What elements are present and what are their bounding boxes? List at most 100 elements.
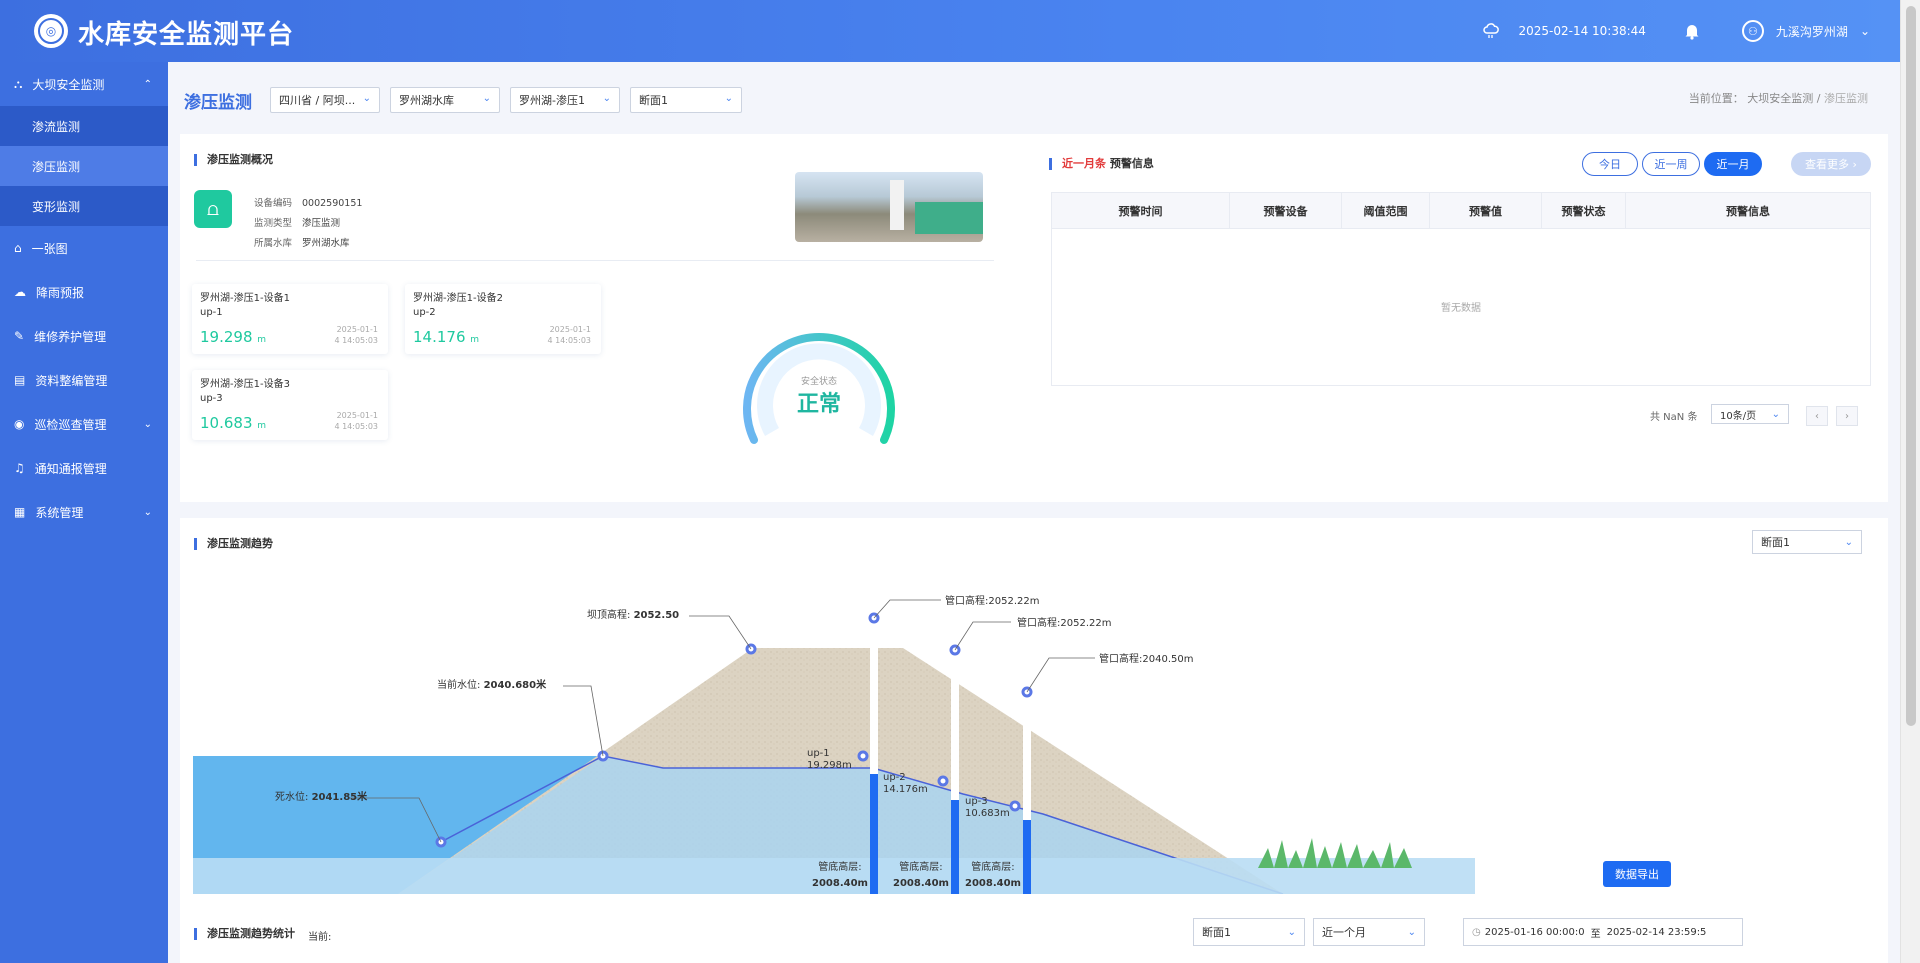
pipe-bottom-elevation: 管底高层: 2008.40m: [893, 862, 949, 889]
target-icon: ◉: [14, 417, 25, 431]
safety-status: 正常: [796, 392, 841, 417]
column-header: 预警状态: [1541, 192, 1626, 229]
stats-panel: 渗压监测趋势统计 当前: 断面1 ⌄ 近一个月 ⌄ ◷ 2025-01-16 00:…: [180, 908, 1888, 963]
sidebar-item-seepage-pressure[interactable]: 渗压监测: [0, 146, 168, 186]
trend-title: 渗压监测趋势: [194, 538, 273, 550]
sidebar-item-maintenance[interactable]: ✎ 维修养护管理: [0, 314, 168, 358]
column-header: 预警时间: [1051, 192, 1230, 229]
end-date[interactable]: 2025-02-14 23:59:5: [1607, 927, 1707, 938]
pipe-top-elevation: 管口高程:2052.22m: [945, 596, 1040, 607]
column-header: 预警设备: [1229, 192, 1342, 229]
sidebar-item-notice[interactable]: ♫ 通知通报管理: [0, 446, 168, 490]
column-header: 预警值: [1429, 192, 1542, 229]
pipe-top-elevation: 管口高程:2040.50m: [1099, 654, 1194, 665]
trend-section-select[interactable]: 断面1 ⌄: [1752, 530, 1862, 554]
breadcrumb-item[interactable]: 大坝安全监测: [1747, 92, 1813, 105]
total-count: 共 NaN 条: [1650, 412, 1698, 423]
cloud-icon: ☁: [14, 285, 26, 299]
probe-label: up-1 19.298m: [807, 748, 852, 771]
chevron-down-icon: ⌄: [1844, 536, 1853, 548]
warning-title: 近一月条 预警信息: [1049, 158, 1154, 170]
chevron-down-icon[interactable]: ⌄: [1860, 24, 1870, 38]
view-more-button[interactable]: 查看更多 ›: [1791, 152, 1871, 176]
filter-week-button[interactable]: 近一周: [1642, 152, 1700, 176]
sidebar-item-map[interactable]: ⌂ 一张图: [0, 226, 168, 270]
pipe-top-elevation: 管口高程:2052.22m: [1017, 618, 1112, 629]
device-card[interactable]: 罗州湖-渗压1-设备2 up-2 14.176 m 2025-01-1 4 14:…: [405, 284, 601, 354]
main-content: 渗压监测 四川省 / 阿坝... ⌄ 罗州湖水库 ⌄ 罗州湖-渗压1 ⌄ 断面1 ⌄ 当…: [168, 62, 1900, 963]
stats-title: 渗压监测趋势统计: [194, 928, 295, 940]
weather-icon[interactable]: [1482, 22, 1500, 40]
date-range-picker[interactable]: ◷ 2025-01-16 00:00:0 至 2025-02-14 23:59:…: [1463, 918, 1743, 946]
sidebar-item-data-compile[interactable]: ▤ 资料整编管理: [0, 358, 168, 402]
chevron-down-icon: ⌄: [1771, 408, 1780, 420]
sidebar-item-inspection[interactable]: ◉ 巡检巡查管理 ⌄: [0, 402, 168, 446]
dead-water-level: 死水位: 2041.85米: [275, 792, 368, 803]
app-title: 水库安全监测平台: [78, 20, 295, 50]
app-header: ◎ 水库安全监测平台 2025-02-14 10:38:44 ⚇ 九溪沟罗州湖 …: [0, 0, 1900, 62]
breadcrumb-current: 渗压监测: [1824, 92, 1868, 105]
pipe-bottom-elevation: 管底高层: 2008.40m: [965, 862, 1021, 889]
reservoir-select[interactable]: 罗州湖水库 ⌄: [390, 87, 500, 113]
next-page-button[interactable]: ›: [1836, 406, 1858, 426]
sidebar-item-rain-forecast[interactable]: ☁ 降雨预报: [0, 270, 168, 314]
user-name[interactable]: 九溪沟罗州湖: [1776, 23, 1848, 40]
sidebar-item-deformation[interactable]: 变形监测: [0, 186, 168, 226]
device-group-select[interactable]: 罗州湖-渗压1 ⌄: [510, 87, 620, 113]
probe-label: up-2 14.176m: [883, 772, 928, 795]
logo-icon: ◎: [34, 14, 68, 48]
stats-period-select[interactable]: 近一个月 ⌄: [1313, 918, 1425, 946]
chevron-down-icon: ⌄: [602, 93, 611, 104]
current-datetime: 2025-02-14 10:38:44: [1518, 24, 1646, 38]
filter-today-button[interactable]: 今日: [1582, 152, 1638, 176]
sidebar-item-system[interactable]: ▦ 系统管理 ⌄: [0, 490, 168, 534]
clock-icon: ◷: [1472, 926, 1481, 938]
site-photo[interactable]: [795, 172, 983, 242]
scrollbar[interactable]: [1900, 0, 1920, 963]
sidebar-item-dam-safety[interactable]: ⛬ 大坝安全监测 ⌃: [0, 62, 168, 106]
stats-section-select[interactable]: 断面1 ⌄: [1193, 918, 1305, 946]
filter-month-button[interactable]: 近一月: [1704, 152, 1762, 176]
scrollbar-thumb[interactable]: [1906, 6, 1916, 726]
page-title: 渗压监测: [184, 92, 252, 113]
chevron-down-icon: ⌄: [362, 93, 371, 104]
grid-icon: ▦: [14, 505, 26, 519]
probe-label: up-3 10.683m: [965, 796, 1010, 819]
sidebar-submenu: 渗流监测 渗压监测 变形监测: [0, 106, 168, 226]
device-card[interactable]: 罗州湖-渗压1-设备3 up-3 10.683 m 2025-01-1 4 14:…: [192, 370, 388, 440]
bell-icon: ♫: [14, 461, 25, 475]
stats-current-label: 当前:: [308, 932, 332, 943]
crest-elevation: 坝顶高程: 2052.50: [587, 610, 680, 621]
chevron-down-icon: ⌄: [1287, 926, 1296, 938]
chevron-down-icon: ⌄: [724, 93, 733, 104]
safety-gauge: 安全状态 正常: [724, 330, 914, 450]
dam-icon: ⛬: [14, 76, 23, 91]
pipe-bottom-elevation: 管底高层: 2008.40m: [812, 862, 868, 889]
wrench-icon: ✎: [14, 329, 25, 343]
sensor-icon: ⩍: [194, 190, 232, 228]
region-select[interactable]: 四川省 / 阿坝... ⌄: [270, 87, 380, 113]
start-date[interactable]: 2025-01-16 00:00:0: [1485, 927, 1585, 938]
chevron-down-icon: ⌄: [143, 418, 152, 430]
empty-state: 暂无数据: [1051, 228, 1871, 386]
chevron-up-icon: ⌃: [143, 78, 152, 90]
sidebar-item-seepage-flow[interactable]: 渗流监测: [0, 106, 168, 146]
bell-icon[interactable]: [1684, 22, 1700, 40]
column-header: 阈值范围: [1341, 192, 1430, 229]
overview-panel: 渗压监测概况 ⩍ 设备编码 0002590151 监测类型 渗压监测 所属水库 罗州湖…: [180, 134, 1888, 502]
page-size-select[interactable]: 10条/页 ⌄: [1711, 404, 1789, 424]
prev-page-button[interactable]: ‹: [1806, 406, 1828, 426]
breadcrumb: 当前位置： 大坝安全监测 / 渗压监测: [1688, 92, 1868, 105]
overview-title: 渗压监测概况: [194, 154, 273, 166]
device-card[interactable]: 罗州湖-渗压1-设备1 up-1 19.298 m 2025-01-1 4 14:…: [192, 284, 388, 354]
dam-cross-section: 坝顶高程: 2052.50 当前水位: 2040.680米 死水位: 2041.…: [192, 578, 1475, 895]
user-avatar-icon[interactable]: ⚇: [1741, 20, 1764, 42]
home-icon: ⌂: [14, 241, 22, 255]
warning-table: 预警时间 预警设备 阈值范围 预警值 预警状态 预警信息: [1051, 192, 1871, 229]
device-info: 设备编码 0002590151 监测类型 渗压监测 所属水库 罗州湖水库: [254, 198, 363, 249]
chevron-down-icon: ⌄: [143, 506, 152, 518]
chevron-down-icon: ⌄: [482, 93, 491, 104]
section-select[interactable]: 断面1 ⌄: [630, 87, 742, 113]
column-header: 预警信息: [1625, 192, 1871, 229]
export-data-button[interactable]: 数据导出: [1603, 861, 1671, 887]
